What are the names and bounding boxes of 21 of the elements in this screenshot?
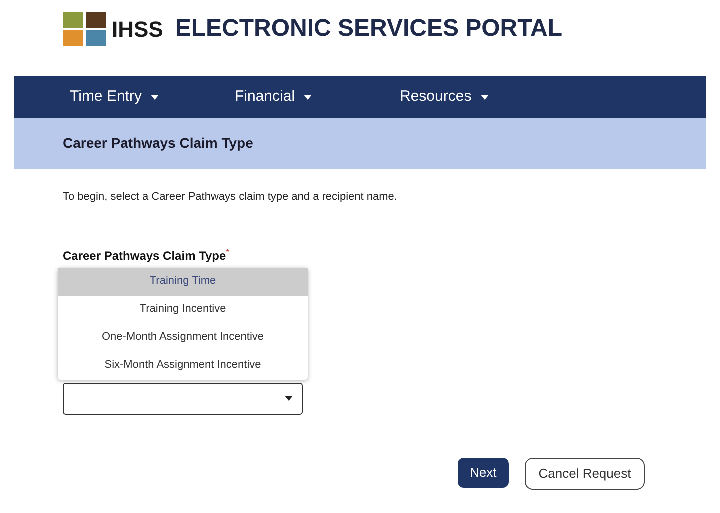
caret-icon (304, 94, 312, 100)
nav-menu[interactable]: Financial (235, 86, 340, 108)
caret-icon (480, 94, 489, 100)
nav-menu[interactable]: Time Entry (70, 86, 175, 108)
brand-name: IHSS (112, 16, 164, 44)
cancel-button[interactable]: Cancel Request (524, 458, 646, 490)
dropdown-option[interactable]: Six-Month Assignment Incentive (58, 352, 308, 380)
field-label: Career Pathways Claim Type (63, 248, 226, 264)
nav-menu[interactable]: Resources (400, 86, 505, 108)
dropdown-option[interactable]: Training Incentive (58, 296, 308, 324)
intro-text: To begin, select a Career Pathways claim type and a recipient name. (63, 190, 398, 205)
portal-title: ELECTRONIC SERVICES PORTAL (175, 14, 563, 44)
caret-icon (150, 94, 159, 100)
next-button[interactable]: Next (458, 458, 509, 488)
required-mark: * (226, 246, 230, 258)
dropdown-option[interactable]: Training Time (58, 268, 308, 296)
caret-icon (285, 396, 293, 401)
claim-type-select[interactable] (63, 382, 303, 414)
logo-icon (63, 12, 106, 46)
dropdown-option[interactable]: One-Month Assignment Incentive (58, 324, 308, 352)
page-title: Career Pathways Claim Type (63, 134, 254, 153)
